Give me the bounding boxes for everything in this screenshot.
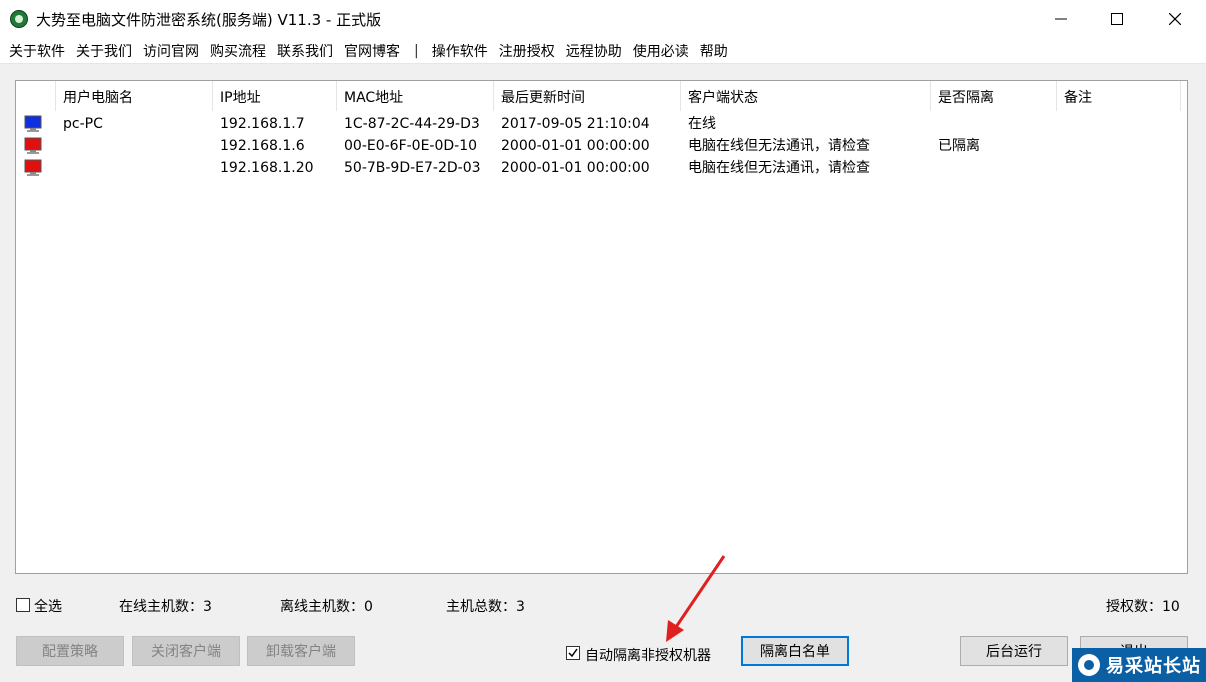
menu-blog[interactable]: 官网博客 bbox=[341, 41, 408, 61]
close-button[interactable] bbox=[1146, 0, 1204, 38]
menu-about-us[interactable]: 关于我们 bbox=[73, 41, 140, 61]
run-background-button[interactable]: 后台运行 bbox=[960, 636, 1068, 666]
monitor-red-icon bbox=[24, 137, 42, 154]
monitor-red-icon bbox=[24, 159, 42, 176]
host-list[interactable]: 用户电脑名 IP地址 MAC地址 最后更新时间 客户端状态 是否隔离 备注 pc… bbox=[15, 80, 1188, 574]
menu-help[interactable]: 帮助 bbox=[697, 41, 736, 61]
header-note[interactable]: 备注 bbox=[1057, 81, 1181, 111]
menu-separator: | bbox=[414, 42, 419, 59]
maximize-button[interactable] bbox=[1088, 0, 1146, 38]
cell-computer-name bbox=[56, 135, 63, 157]
header-isolated[interactable]: 是否隔离 bbox=[931, 81, 1057, 111]
menu-remote-help[interactable]: 远程协助 bbox=[563, 41, 630, 61]
table-row[interactable]: 192.168.1.6 00-E0-6F-0E-0D-10 2000-01-01… bbox=[16, 135, 1187, 157]
license-count: 授权数：10 bbox=[1106, 599, 1180, 615]
watermark-text: 易采站长站 bbox=[1106, 656, 1201, 677]
cell-ip: 192.168.1.7 bbox=[220, 116, 305, 132]
list-header: 用户电脑名 IP地址 MAC地址 最后更新时间 客户端状态 是否隔离 备注 bbox=[16, 81, 1187, 111]
header-computer-name[interactable]: 用户电脑名 bbox=[56, 81, 213, 111]
window-title: 大势至电脑文件防泄密系统(服务端) V11.3 - 正式版 bbox=[36, 11, 382, 29]
cell-last-update: 2017-09-05 21:10:04 bbox=[501, 116, 650, 132]
table-row[interactable]: 192.168.1.20 50-7B-9D-E7-2D-03 2000-01-0… bbox=[16, 157, 1187, 179]
watermark: 易采站长站 bbox=[1072, 648, 1206, 682]
title-bar: 大势至电脑文件防泄密系统(服务端) V11.3 - 正式版 bbox=[0, 0, 1206, 38]
header-ip[interactable]: IP地址 bbox=[213, 81, 337, 111]
watermark-logo-icon bbox=[1078, 654, 1100, 676]
cell-ip: 192.168.1.20 bbox=[220, 160, 314, 176]
cell-last-update: 2000-01-01 00:00:00 bbox=[501, 160, 650, 176]
annotation-arrow-icon bbox=[666, 555, 726, 642]
minimize-button[interactable] bbox=[1032, 0, 1090, 38]
menu-purchase[interactable]: 购买流程 bbox=[207, 41, 274, 61]
menu-contact[interactable]: 联系我们 bbox=[274, 41, 341, 61]
uninstall-client-button[interactable]: 卸载客户端 bbox=[247, 636, 355, 666]
cell-computer-name bbox=[56, 157, 63, 179]
close-client-button[interactable]: 关闭客户端 bbox=[132, 636, 240, 666]
menu-bar: 关于软件 关于我们 访问官网 购买流程 联系我们 官网博客 | 操作软件 注册授… bbox=[0, 38, 1206, 64]
select-all-label[interactable]: 全选 bbox=[34, 596, 62, 616]
header-client-status[interactable]: 客户端状态 bbox=[681, 81, 931, 111]
cell-ip: 192.168.1.6 bbox=[220, 138, 305, 154]
checkmark-icon bbox=[568, 648, 578, 658]
cell-mac: 00-E0-6F-0E-0D-10 bbox=[344, 138, 478, 154]
cell-isolated bbox=[931, 113, 938, 135]
auto-isolate-checkbox[interactable] bbox=[566, 646, 580, 660]
config-policy-button[interactable]: 配置策略 bbox=[16, 636, 124, 666]
cell-computer-name: pc-PC bbox=[63, 116, 103, 132]
total-count: 主机总数：3 bbox=[446, 599, 525, 615]
offline-count: 离线主机数：0 bbox=[280, 599, 373, 615]
cell-client-status: 在线 bbox=[688, 116, 716, 132]
cell-client-status: 电脑在线但无法通讯，请检查 bbox=[688, 160, 870, 176]
online-count: 在线主机数：3 bbox=[119, 599, 212, 615]
cell-last-update: 2000-01-01 00:00:00 bbox=[501, 138, 650, 154]
monitor-blue-icon bbox=[24, 115, 42, 132]
header-icon-column bbox=[16, 81, 56, 111]
minimize-icon bbox=[1055, 18, 1067, 20]
menu-must-read[interactable]: 使用必读 bbox=[630, 41, 697, 61]
close-icon bbox=[1169, 13, 1181, 25]
cell-mac: 50-7B-9D-E7-2D-03 bbox=[344, 160, 481, 176]
menu-visit-website[interactable]: 访问官网 bbox=[140, 41, 207, 61]
header-mac[interactable]: MAC地址 bbox=[337, 81, 494, 111]
auto-isolate-label[interactable]: 自动隔离非授权机器 bbox=[585, 645, 711, 665]
menu-register[interactable]: 注册授权 bbox=[496, 41, 563, 61]
cell-client-status: 电脑在线但无法通讯，请检查 bbox=[688, 138, 870, 154]
isolation-whitelist-button[interactable]: 隔离白名单 bbox=[741, 636, 849, 666]
cell-isolated bbox=[931, 157, 938, 179]
cell-isolated: 已隔离 bbox=[938, 138, 980, 154]
cell-mac: 1C-87-2C-44-29-D3 bbox=[344, 116, 480, 132]
header-last-update[interactable]: 最后更新时间 bbox=[494, 81, 681, 111]
menu-operate[interactable]: 操作软件 bbox=[429, 41, 496, 61]
table-row[interactable]: pc-PC 192.168.1.7 1C-87-2C-44-29-D3 2017… bbox=[16, 113, 1187, 135]
select-all-checkbox[interactable] bbox=[16, 598, 30, 612]
menu-about-software[interactable]: 关于软件 bbox=[6, 41, 73, 61]
app-logo-icon bbox=[10, 10, 28, 28]
maximize-icon bbox=[1111, 13, 1123, 25]
